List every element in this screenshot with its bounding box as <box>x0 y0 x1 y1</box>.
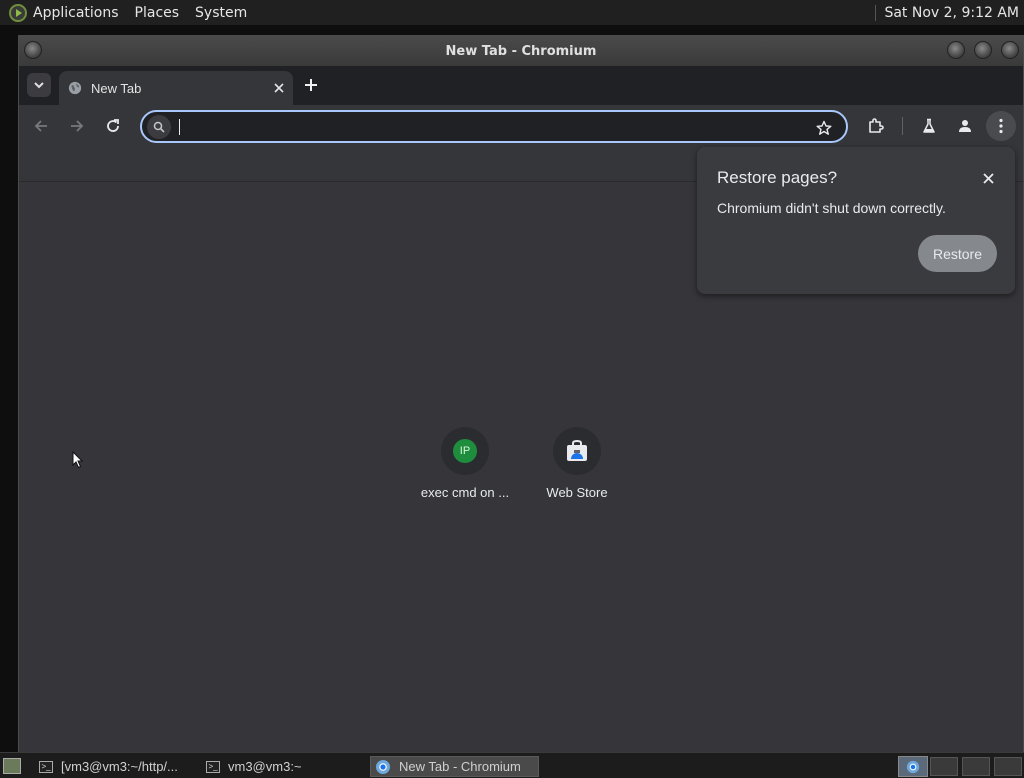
shortcut-tile[interactable]: IP exec cmd on ... <box>410 427 520 500</box>
arrow-right-icon <box>71 120 84 132</box>
shortcut-title: Web Store <box>546 485 608 500</box>
chrome-menu-button[interactable] <box>986 111 1016 141</box>
reload-button[interactable] <box>101 114 125 138</box>
top-panel: Applications Places System Sat Nov 2, 9:… <box>0 0 1024 25</box>
minimize-button[interactable] <box>947 41 965 59</box>
tab-strip: New Tab <box>19 66 1023 105</box>
taskbar-task[interactable]: >_ vm3@vm3:~ <box>202 756 362 777</box>
forward-button[interactable] <box>65 114 89 138</box>
chevron-down-icon <box>34 82 44 89</box>
tab-search-button[interactable] <box>27 73 51 97</box>
shortcut-tile[interactable]: Web Store <box>522 427 632 500</box>
clock[interactable]: Sat Nov 2, 9:12 AM <box>884 5 1019 21</box>
chromium-icon <box>376 759 390 774</box>
toolbar <box>19 105 1023 147</box>
maximize-button[interactable] <box>974 41 992 59</box>
web-store-icon <box>567 439 587 461</box>
ip-favicon-icon: IP <box>453 439 477 463</box>
profile-button[interactable] <box>953 114 977 138</box>
new-tab-button[interactable] <box>300 74 322 96</box>
taskbar-task-active[interactable]: New Tab - Chromium <box>370 756 539 777</box>
window-titlebar[interactable]: New Tab - Chromium <box>19 36 1023 66</box>
more-vertical-icon <box>999 118 1003 134</box>
bubble-heading: Restore pages? <box>717 168 838 187</box>
tab-label: New Tab <box>91 80 142 96</box>
menu-places[interactable]: Places <box>135 5 180 21</box>
address-bar[interactable] <box>140 110 848 143</box>
extensions-button[interactable] <box>864 114 888 138</box>
taskbar-task-label: [vm3@vm3:~/http/... <box>61 759 178 774</box>
toolbar-divider <box>902 117 903 135</box>
bookmark-star-button[interactable] <box>812 116 836 140</box>
flask-icon <box>923 118 935 133</box>
browser-window: New Tab - Chromium New Tab IP exec cmd o… <box>18 35 1024 752</box>
taskbar-task-label: New Tab - Chromium <box>399 759 521 774</box>
terminal-icon: >_ <box>39 760 53 773</box>
person-icon <box>959 120 971 132</box>
shortcut-title: exec cmd on ... <box>420 485 510 500</box>
panel-separator <box>875 4 877 21</box>
back-button[interactable] <box>29 114 53 138</box>
bottom-taskbar: >_ [vm3@vm3:~/http/... >_ vm3@vm3:~ New … <box>0 752 1024 778</box>
workspace-switcher-4[interactable] <box>994 757 1022 776</box>
workspace-switcher-2[interactable] <box>930 757 958 776</box>
menu-system[interactable]: System <box>195 5 247 21</box>
search-icon <box>147 115 171 139</box>
restore-pages-bubble: Restore pages? Chromium didn't shut down… <box>697 147 1015 294</box>
reload-icon <box>107 119 119 132</box>
bubble-close-button[interactable] <box>977 167 999 189</box>
taskbar-task[interactable]: >_ [vm3@vm3:~/http/... <box>35 756 195 777</box>
taskbar-task-label: vm3@vm3:~ <box>228 759 302 774</box>
workspace-switcher-3[interactable] <box>962 757 990 776</box>
close-icon <box>982 172 994 184</box>
arrow-left-icon <box>34 120 47 132</box>
distro-logo-icon[interactable] <box>9 3 27 22</box>
close-window-button[interactable] <box>1001 41 1019 59</box>
address-input[interactable] <box>182 116 802 138</box>
puzzle-icon <box>869 118 884 133</box>
mouse-pointer-icon <box>72 451 84 469</box>
shortcut-icon-container: IP <box>441 427 489 475</box>
close-icon <box>274 83 284 93</box>
show-desktop-button[interactable] <box>3 758 21 774</box>
close-tab-button[interactable] <box>269 78 289 98</box>
globe-icon <box>68 81 82 95</box>
terminal-icon: >_ <box>206 760 220 773</box>
restore-button[interactable]: Restore <box>918 235 997 272</box>
star-icon <box>816 120 832 135</box>
shortcut-icon-container <box>553 427 601 475</box>
tab-new-tab[interactable]: New Tab <box>59 71 293 105</box>
labs-button[interactable] <box>917 114 941 138</box>
window-title: New Tab - Chromium <box>445 43 597 59</box>
plus-icon <box>305 79 317 91</box>
workspace-chromium-preview[interactable] <box>898 756 928 777</box>
text-caret <box>179 119 180 135</box>
window-menu-button[interactable] <box>24 41 42 59</box>
menu-applications[interactable]: Applications <box>33 5 119 21</box>
chromium-icon <box>906 760 920 773</box>
bubble-message: Chromium didn't shut down correctly. <box>717 200 946 216</box>
